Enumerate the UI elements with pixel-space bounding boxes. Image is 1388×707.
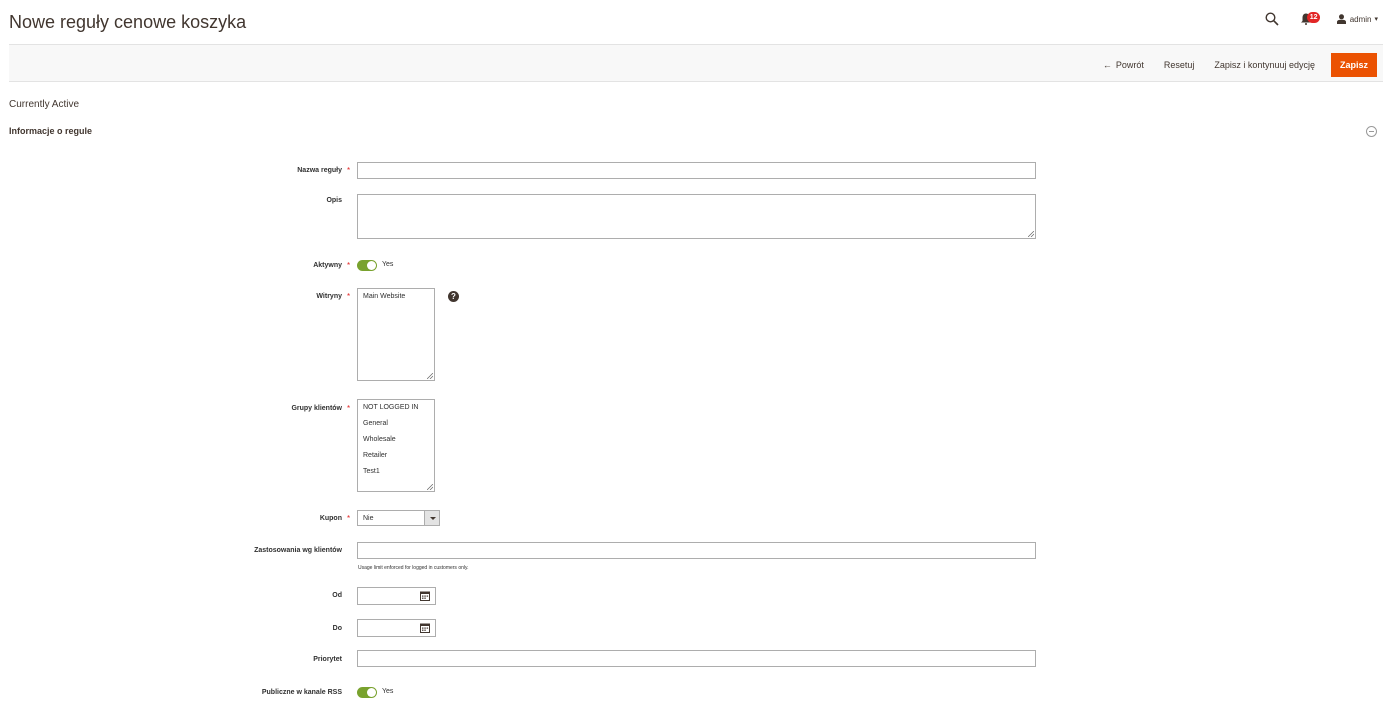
help-icon[interactable]: ? bbox=[448, 291, 459, 302]
search-icon[interactable] bbox=[1265, 12, 1279, 26]
customer-groups-multiselect[interactable]: NOT LOGGED IN General Wholesale Retailer… bbox=[357, 399, 435, 492]
to-date-input[interactable] bbox=[357, 619, 436, 637]
notifications-button[interactable]: 12 bbox=[1300, 12, 1325, 26]
from-date-input[interactable] bbox=[357, 587, 436, 605]
required-marker: * bbox=[347, 292, 351, 301]
reset-button[interactable]: Resetuj bbox=[1154, 55, 1205, 75]
arrow-left-icon: ← bbox=[1102, 60, 1112, 70]
save-button[interactable]: Zapisz bbox=[1330, 53, 1377, 77]
back-button-label: Powrót bbox=[1115, 60, 1144, 70]
rss-toggle-text: Yes bbox=[382, 688, 394, 695]
required-marker: * bbox=[347, 261, 351, 270]
resize-grip-icon[interactable] bbox=[427, 484, 433, 490]
save-and-continue-button[interactable]: Zapisz i kontynuuj edycję bbox=[1204, 55, 1325, 75]
coupon-select[interactable]: Nie bbox=[357, 510, 440, 526]
resize-grip-icon[interactable] bbox=[427, 373, 433, 379]
section-title[interactable]: Informacje o regule bbox=[9, 126, 92, 136]
page-header: Nowe reguły cenowe koszyka 12 admin ▾ bbox=[0, 0, 1388, 44]
required-marker: * bbox=[347, 404, 351, 413]
priority-label: Priorytet bbox=[313, 656, 342, 663]
active-label: Aktywny bbox=[313, 262, 342, 269]
customer-group-option[interactable]: General bbox=[358, 416, 434, 432]
active-toggle-text: Yes bbox=[382, 261, 394, 268]
rule-name-label: Nazwa reguły bbox=[297, 167, 342, 174]
uses-per-customer-input[interactable] bbox=[357, 542, 1036, 559]
rss-toggle[interactable] bbox=[357, 687, 377, 698]
websites-label: Witryny bbox=[316, 293, 342, 300]
description-textarea[interactable] bbox=[357, 194, 1036, 239]
customer-group-option[interactable]: Retailer bbox=[358, 448, 434, 464]
rule-name-input[interactable] bbox=[357, 162, 1036, 179]
uses-per-customer-label: Zastosowania wg klientów bbox=[254, 547, 342, 554]
notification-count-badge: 12 bbox=[1306, 12, 1321, 23]
header-actions: 12 admin ▾ bbox=[1265, 10, 1378, 28]
back-button[interactable]: ← Powrót bbox=[1093, 55, 1154, 75]
calendar-icon[interactable] bbox=[420, 623, 430, 633]
status-text: Currently Active bbox=[9, 99, 80, 110]
chevron-down-icon[interactable] bbox=[424, 511, 439, 525]
chevron-down-icon: ▾ bbox=[1374, 16, 1378, 23]
coupon-label: Kupon bbox=[319, 515, 342, 522]
websites-multiselect[interactable]: Main Website bbox=[357, 288, 435, 381]
admin-username: admin bbox=[1349, 14, 1372, 24]
customer-group-option[interactable]: NOT LOGGED IN bbox=[358, 400, 434, 416]
from-date-label: Od bbox=[332, 592, 342, 599]
collapse-section-icon[interactable] bbox=[1366, 126, 1377, 137]
resize-grip-icon[interactable] bbox=[1028, 231, 1034, 237]
rss-label: Publiczne w kanale RSS bbox=[261, 689, 342, 696]
uses-per-customer-note: Usage limit enforced for logged in custo… bbox=[358, 565, 469, 571]
description-label: Opis bbox=[326, 197, 342, 204]
page-actions-bar: ← Powrót Resetuj Zapisz i kontynuuj edycj… bbox=[9, 44, 1383, 82]
user-icon bbox=[1336, 14, 1346, 24]
priority-input[interactable] bbox=[357, 650, 1036, 667]
customer-group-option[interactable]: Wholesale bbox=[358, 432, 434, 448]
required-marker: * bbox=[347, 166, 351, 175]
website-option[interactable]: Main Website bbox=[358, 289, 434, 305]
required-marker: * bbox=[347, 514, 351, 523]
customer-group-option[interactable]: Test1 bbox=[358, 464, 434, 480]
to-date-label: Do bbox=[332, 625, 342, 632]
admin-user-menu[interactable]: admin ▾ bbox=[1336, 14, 1378, 24]
calendar-icon[interactable] bbox=[420, 591, 430, 601]
page-actions: ← Powrót Resetuj Zapisz i kontynuuj edycj… bbox=[1093, 53, 1377, 77]
active-toggle[interactable] bbox=[357, 260, 377, 271]
coupon-select-value: Nie bbox=[363, 515, 374, 522]
customer-groups-label: Grupy klientów bbox=[291, 405, 342, 412]
page-title: Nowe reguły cenowe koszyka bbox=[9, 12, 247, 32]
